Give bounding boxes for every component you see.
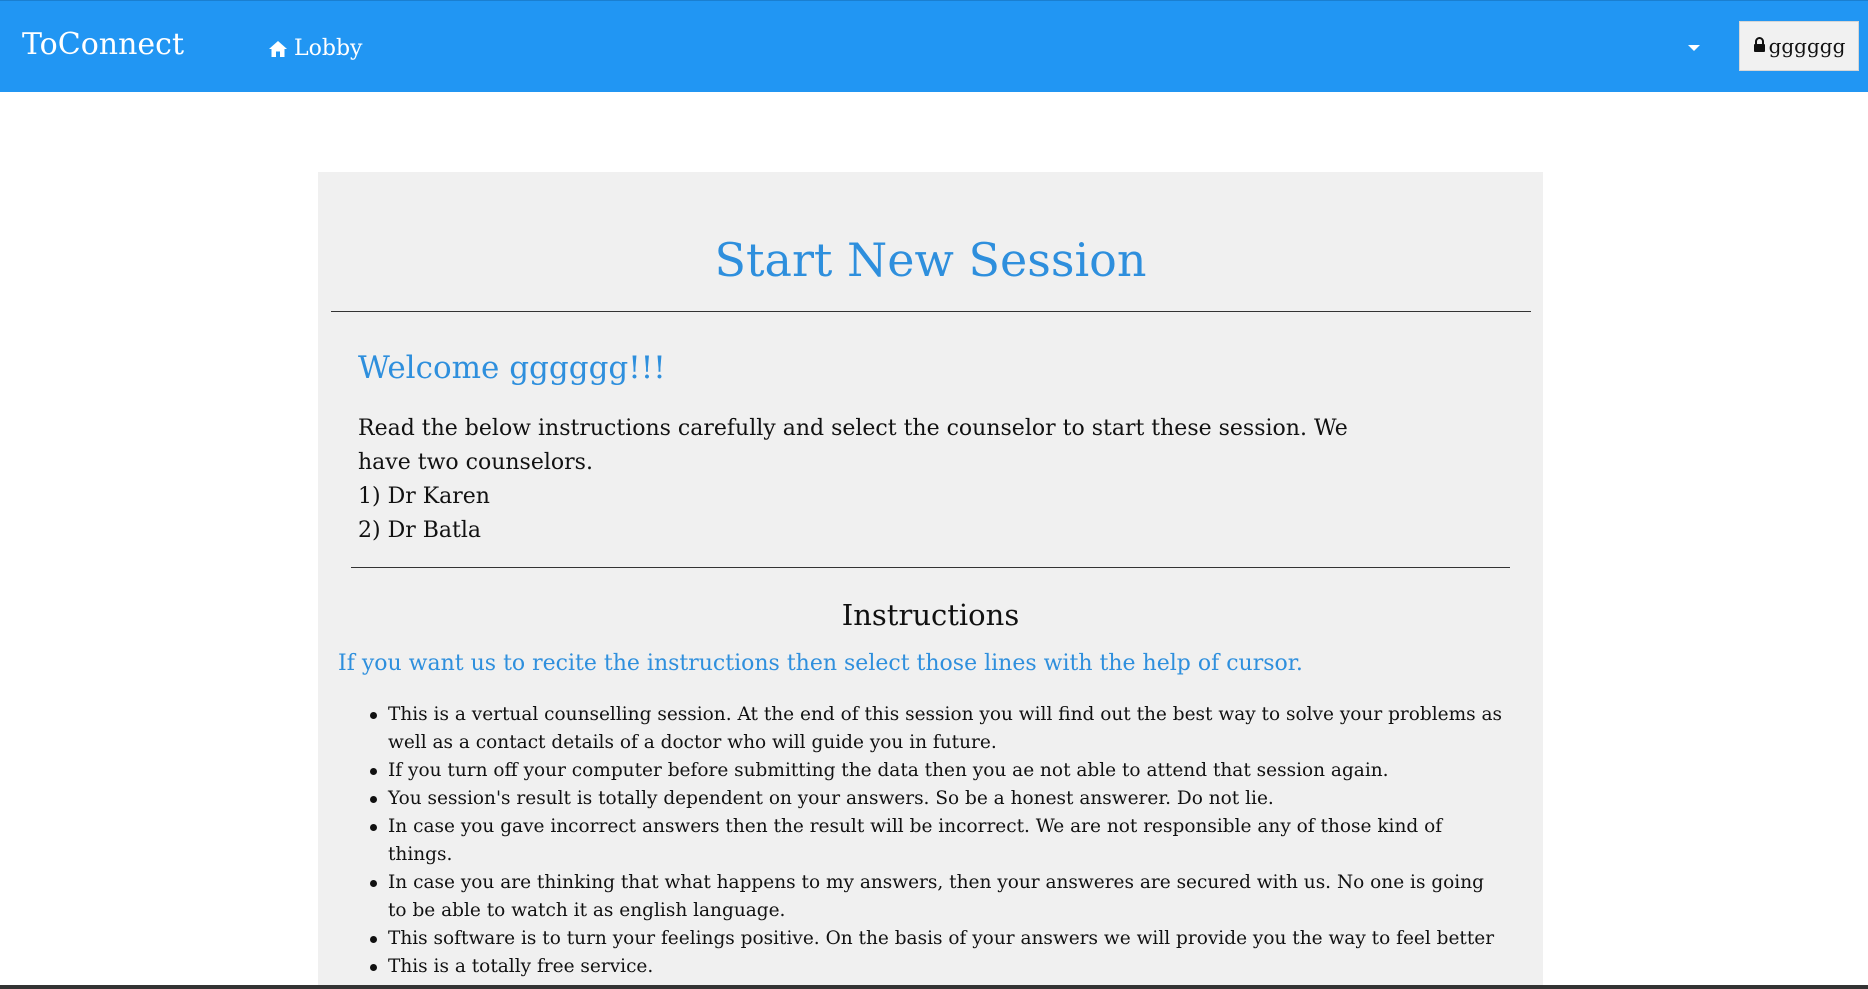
instruction-text: In case you are thinking that what happe… — [388, 872, 1484, 921]
instruction-item[interactable]: This software is to turn your feelings p… — [370, 925, 1508, 953]
bullet — [370, 824, 377, 831]
instruction-text: If you turn off your computer before sub… — [388, 760, 1389, 781]
bullet — [370, 936, 377, 943]
counselor-option: 1) Dr Karen — [358, 484, 490, 509]
user-account-label: gggggg — [1768, 34, 1846, 58]
instruction-text: This is a totally free service. — [388, 956, 654, 977]
bullet — [370, 796, 377, 803]
recite-note: If you want us to recite the instruction… — [338, 651, 1303, 676]
page-title: Start New Session — [714, 233, 1147, 287]
nav-lobby-link[interactable]: Lobby — [268, 35, 362, 63]
top-navbar: ToConnect Lobby gggggg — [0, 0, 1868, 92]
nav-lobby-label: Lobby — [294, 36, 363, 61]
instruction-item[interactable]: In case you gave incorrect answers then … — [370, 813, 1508, 869]
section-divider — [351, 567, 1510, 568]
caret-down-icon[interactable] — [1685, 39, 1703, 57]
intro-line: Read the below instructions carefully an… — [358, 416, 1355, 475]
bullet — [370, 768, 377, 775]
instruction-item[interactable]: You session's result is totally dependen… — [370, 785, 1508, 813]
lock-icon — [1753, 34, 1766, 58]
instruction-item[interactable]: If you turn off your computer before sub… — [370, 757, 1508, 785]
instructions-list: This is a vertual counselling session. A… — [370, 701, 1508, 981]
instruction-text: You session's result is totally dependen… — [388, 788, 1274, 809]
welcome-heading: Welcome gggggg!!! — [358, 350, 666, 386]
instructions-heading: Instructions — [841, 598, 1020, 632]
instruction-item[interactable]: This is a vertual counselling session. A… — [370, 701, 1508, 757]
intro-text: Read the below instructions carefully an… — [358, 412, 1398, 548]
bullet — [370, 880, 377, 887]
user-account-button[interactable]: gggggg — [1739, 21, 1859, 71]
bullet — [370, 964, 377, 971]
brand-link[interactable]: ToConnect — [22, 27, 184, 63]
home-icon — [268, 40, 288, 58]
instruction-text: This software is to turn your feelings p… — [388, 928, 1495, 949]
counselor-option: 2) Dr Batla — [358, 518, 481, 543]
instruction-item[interactable]: In case you are thinking that what happe… — [370, 869, 1508, 925]
bullet — [370, 712, 377, 719]
title-divider — [331, 311, 1531, 312]
instruction-text: In case you gave incorrect answers then … — [388, 816, 1443, 865]
instruction-text: This is a vertual counselling session. A… — [388, 704, 1503, 753]
window-bottom-edge — [0, 985, 1868, 989]
instruction-item[interactable]: This is a totally free service. — [370, 953, 1508, 981]
session-panel: Start New Session Welcome gggggg!!! Read… — [318, 172, 1543, 989]
